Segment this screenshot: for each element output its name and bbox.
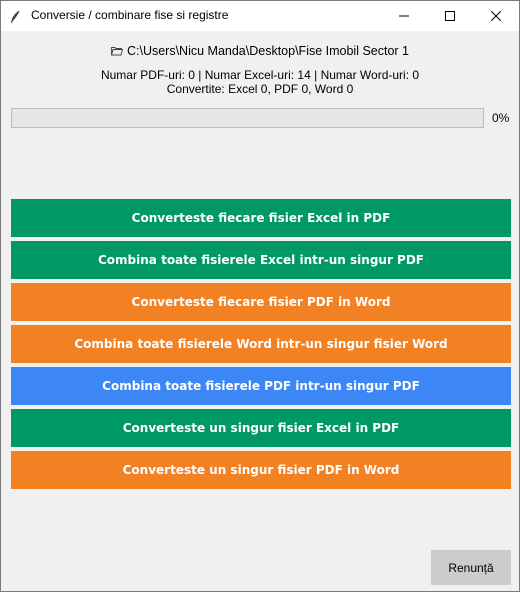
combine-pdf-files-button[interactable]: Combina toate fisierele PDF intr-un sing… xyxy=(11,367,511,405)
client-area: C:\Users\Nicu Manda\Desktop\Fise Imobil … xyxy=(1,31,519,591)
feather-icon xyxy=(9,9,21,23)
folder-path-text: C:\Users\Nicu Manda\Desktop\Fise Imobil … xyxy=(126,44,410,58)
close-button[interactable] xyxy=(473,1,519,31)
file-counts: Numar PDF-uri: 0 | Numar Excel-uri: 14 |… xyxy=(100,68,420,82)
folder-path: C:\Users\Nicu Manda\Desktop\Fise Imobil … xyxy=(1,44,519,58)
close-icon xyxy=(491,11,501,21)
minimize-button[interactable] xyxy=(381,1,427,31)
converted-counts: Convertite: Excel 0, PDF 0, Word 0 xyxy=(166,82,354,96)
folder-icon xyxy=(110,45,124,56)
window-title: Conversie / combinare fise si registre xyxy=(31,8,229,22)
maximize-button[interactable] xyxy=(427,1,473,31)
minimize-icon xyxy=(399,15,409,17)
app-window: Conversie / combinare fise si registre C… xyxy=(0,0,520,592)
progress-percent: 0% xyxy=(492,111,510,125)
combine-word-files-button[interactable]: Combina toate fisierele Word intr-un sin… xyxy=(11,325,511,363)
combine-excel-to-pdf-button[interactable]: Combina toate fisierele Excel intr-un si… xyxy=(11,241,511,279)
convert-single-pdf-to-word-button[interactable]: Converteste un singur fisier PDF in Word xyxy=(11,451,511,489)
title-bar[interactable]: Conversie / combinare fise si registre xyxy=(1,1,519,31)
convert-single-excel-to-pdf-button[interactable]: Converteste un singur fisier Excel in PD… xyxy=(11,409,511,447)
progress-bar xyxy=(11,108,484,128)
convert-each-pdf-to-word-button[interactable]: Converteste fiecare fisier PDF in Word xyxy=(11,283,511,321)
convert-each-excel-to-pdf-button[interactable]: Converteste fiecare fisier Excel in PDF xyxy=(11,199,511,237)
maximize-icon xyxy=(445,11,455,21)
cancel-button[interactable]: Renunță xyxy=(431,550,511,585)
